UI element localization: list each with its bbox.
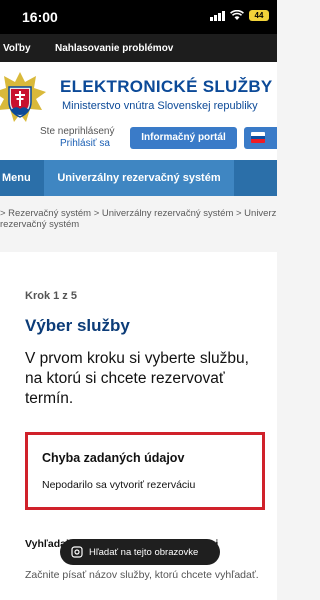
- language-button[interactable]: [244, 127, 277, 149]
- step-indicator: Krok 1 z 5: [25, 290, 77, 302]
- wifi-icon: [230, 10, 244, 21]
- coat-of-arms-logo[interactable]: [0, 70, 48, 131]
- breadcrumb-line-2[interactable]: rezervačný systém: [0, 219, 277, 230]
- service-search-hint: Začnite písať názov služby, ktorú chcete…: [25, 569, 259, 581]
- information-portal-button[interactable]: Informačný portál: [130, 127, 237, 149]
- login-status: Ste neprihlásený: [40, 126, 115, 137]
- topnav-item-volby[interactable]: Voľby: [3, 43, 31, 54]
- breadcrumb-line-1[interactable]: > Rezervačný systém > Univerzálny rezerv…: [0, 208, 277, 219]
- site-title[interactable]: ELEKTRONICKÉ SLUŽBY: [60, 77, 273, 97]
- error-message[interactable]: Nepodarilo sa vytvoriť rezerváciu: [42, 479, 195, 491]
- battery-icon: 44: [249, 10, 269, 21]
- site-header: ELEKTRONICKÉ SLUŽBY Ministerstvo vnútra …: [0, 62, 277, 160]
- error-title: Chyba zadaných údajov: [42, 451, 185, 465]
- page-title: Výber služby: [25, 316, 130, 335]
- slovak-flag-icon: [251, 132, 265, 143]
- main-nav: Menu Univerzálny rezervačný systém: [0, 160, 277, 196]
- status-icons: 44: [210, 10, 269, 21]
- status-bar: 16:00 44: [0, 0, 277, 34]
- find-on-page-label: Hľadať na tejto obrazovke: [89, 547, 199, 558]
- find-on-page-button[interactable]: Hľadať na tejto obrazovke: [60, 539, 220, 565]
- lens-search-icon: [71, 546, 83, 561]
- login-link[interactable]: Prihlásiť sa: [60, 138, 110, 149]
- intro-text: V prvom kroku si vyberte službu, na ktor…: [25, 350, 249, 407]
- error-summary: Chyba zadaných údajov Nepodarilo sa vytv…: [25, 432, 265, 510]
- site-subtitle: Ministerstvo vnútra Slovenskej republiky: [62, 100, 258, 112]
- top-nav: Voľby Nahlasovanie problémov: [0, 34, 277, 62]
- breadcrumb: > Rezervačný systém > Univerzálny rezerv…: [0, 208, 277, 230]
- topnav-item-nahlasovanie[interactable]: Nahlasovanie problémov: [55, 43, 173, 54]
- tab-universal-reservation-system[interactable]: Univerzálny rezervačný systém: [44, 160, 234, 196]
- menu-button[interactable]: Menu: [0, 160, 45, 196]
- signal-icon: [210, 10, 225, 21]
- status-time: 16:00: [22, 9, 58, 25]
